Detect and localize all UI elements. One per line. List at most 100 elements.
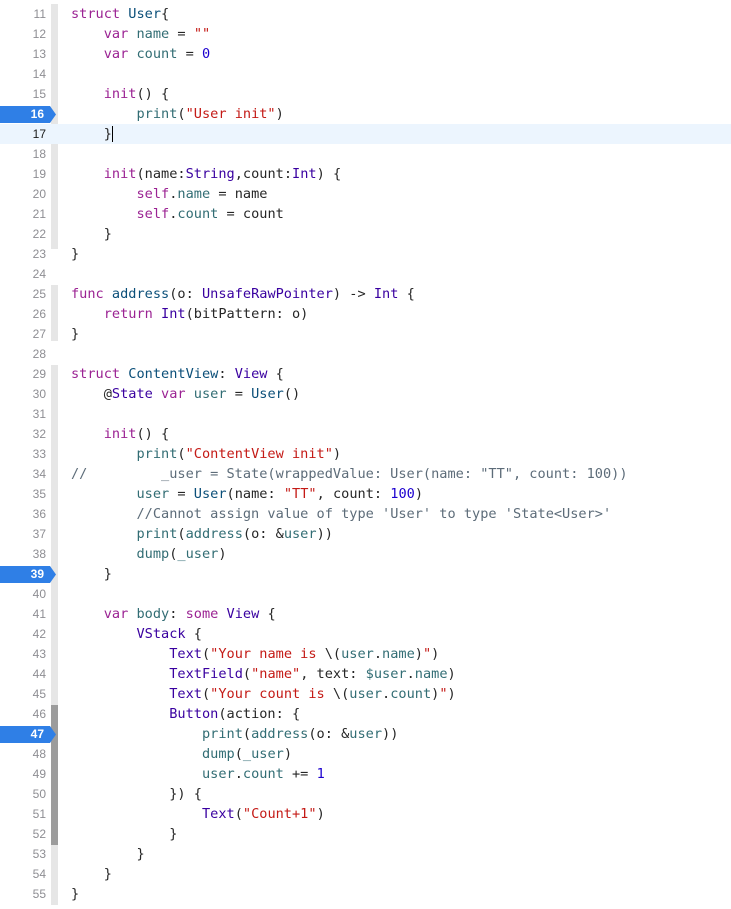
code-text[interactable]: TextField("name", text: $user.name) [71,664,456,684]
code-line[interactable]: 39 } [0,564,731,584]
line-number[interactable]: 21 [0,204,50,224]
code-text[interactable]: VStack { [71,624,201,644]
code-line[interactable]: 23} [0,244,731,264]
code-text[interactable]: dump(_user) [71,544,226,564]
line-number[interactable]: 52 [0,824,50,844]
code-text[interactable]: } [71,844,144,864]
line-number[interactable]: 25 [0,284,50,304]
line-number[interactable]: 12 [0,24,50,44]
code-text[interactable]: // _user = State(wrappedValue: User(name… [71,464,628,484]
code-line[interactable]: 51 Text("Count+1") [0,804,731,824]
code-line[interactable]: 53 } [0,844,731,864]
line-number[interactable]: 39 [0,564,50,584]
line-number[interactable]: 30 [0,384,50,404]
code-text[interactable]: var name = "" [71,24,210,44]
line-number[interactable]: 28 [0,344,50,364]
line-number[interactable]: 36 [0,504,50,524]
code-line[interactable]: 13 var count = 0 [0,44,731,64]
code-line[interactable]: 15 init() { [0,84,731,104]
code-text[interactable]: init() { [71,84,170,104]
line-number[interactable]: 51 [0,804,50,824]
code-text[interactable]: } [71,224,112,244]
line-number[interactable]: 53 [0,844,50,864]
line-number[interactable]: 29 [0,364,50,384]
line-number[interactable]: 38 [0,544,50,564]
code-text[interactable]: } [71,124,113,144]
line-number[interactable]: 18 [0,144,50,164]
line-number[interactable]: 24 [0,264,50,284]
code-text[interactable]: } [71,244,79,264]
code-line[interactable]: 26 return Int(bitPattern: o) [0,304,731,324]
code-line[interactable]: 29 struct ContentView: View { [0,364,731,384]
line-number[interactable]: 33 [0,444,50,464]
line-number[interactable]: 17 [0,124,50,144]
code-text[interactable]: Button(action: { [71,704,300,724]
code-line[interactable]: 21 self.count = count [0,204,731,224]
code-line[interactable]: 24 [0,264,731,284]
line-number[interactable]: 45 [0,684,50,704]
line-number[interactable]: 14 [0,64,50,84]
line-number[interactable]: 19 [0,164,50,184]
line-number[interactable]: 27 [0,324,50,344]
line-number[interactable]: 46 [0,704,50,724]
code-text[interactable]: self.name = name [71,184,267,204]
code-line[interactable]: 54 } [0,864,731,884]
code-text[interactable]: } [71,864,112,884]
code-line[interactable]: 14 [0,64,731,84]
code-text[interactable]: Text("Your name is \(user.name)") [71,644,439,664]
code-line[interactable]: 33 print("ContentView init") [0,444,731,464]
code-line[interactable]: 55} [0,884,731,904]
line-number[interactable]: 34 [0,464,50,484]
line-number[interactable]: 41 [0,604,50,624]
line-number[interactable]: 16 [0,104,50,124]
code-line[interactable]: 34 // _user = State(wrappedValue: User(na… [0,464,731,484]
code-line[interactable]: 52 } [0,824,731,844]
code-line[interactable]: 47 print(address(o: &user)) [0,724,731,744]
code-line[interactable]: 11 struct User{ [0,4,731,24]
code-text[interactable]: return Int(bitPattern: o) [71,304,309,324]
code-line[interactable]: 48 dump(_user) [0,744,731,764]
line-number[interactable]: 43 [0,644,50,664]
line-number[interactable]: 26 [0,304,50,324]
code-text[interactable]: print(address(o: &user)) [71,524,332,544]
code-line[interactable]: 32 init() { [0,424,731,444]
line-number[interactable]: 31 [0,404,50,424]
code-line[interactable]: 38 dump(_user) [0,544,731,564]
code-text[interactable]: print("User init") [71,104,283,124]
line-number[interactable]: 37 [0,524,50,544]
line-number[interactable]: 20 [0,184,50,204]
code-text[interactable]: func address(o: UnsafeRawPointer) -> Int… [71,284,415,304]
code-line[interactable]: 16 print("User init") [0,104,731,124]
code-text[interactable]: struct ContentView: View { [71,364,284,384]
code-line[interactable]: 27} [0,324,731,344]
code-line[interactable]: 22 } [0,224,731,244]
code-line[interactable]: 12 var name = "" [0,24,731,44]
line-number[interactable]: 35 [0,484,50,504]
code-text[interactable]: }) { [71,784,202,804]
line-number[interactable]: 44 [0,664,50,684]
line-number[interactable]: 54 [0,864,50,884]
code-text[interactable]: self.count = count [71,204,283,224]
code-line[interactable]: 31 [0,404,731,424]
line-number[interactable]: 47 [0,724,50,744]
line-number[interactable]: 11 [0,4,50,24]
code-line[interactable]: 25 func address(o: UnsafeRawPointer) -> I… [0,284,731,304]
code-line[interactable]: 50 }) { [0,784,731,804]
code-line[interactable]: 19 init(name:String,count:Int) { [0,164,731,184]
code-line[interactable]: 17 } [0,124,731,144]
line-number[interactable]: 48 [0,744,50,764]
code-line[interactable]: 49 user.count += 1 [0,764,731,784]
line-number[interactable]: 23 [0,244,50,264]
line-number[interactable]: 22 [0,224,50,244]
code-text[interactable]: init(name:String,count:Int) { [71,164,341,184]
line-number[interactable]: 13 [0,44,50,64]
line-number[interactable]: 32 [0,424,50,444]
code-line[interactable]: 20 self.name = name [0,184,731,204]
code-line[interactable]: 37 print(address(o: &user)) [0,524,731,544]
code-text[interactable]: dump(_user) [71,744,292,764]
code-text[interactable]: //Cannot assign value of type 'User' to … [71,504,611,524]
code-editor[interactable]: 11 struct User{12 var name = "" 13 var cou… [0,0,731,909]
code-text[interactable]: Text("Count+1") [71,804,325,824]
code-text[interactable]: print(address(o: &user)) [71,724,398,744]
line-number[interactable]: 42 [0,624,50,644]
